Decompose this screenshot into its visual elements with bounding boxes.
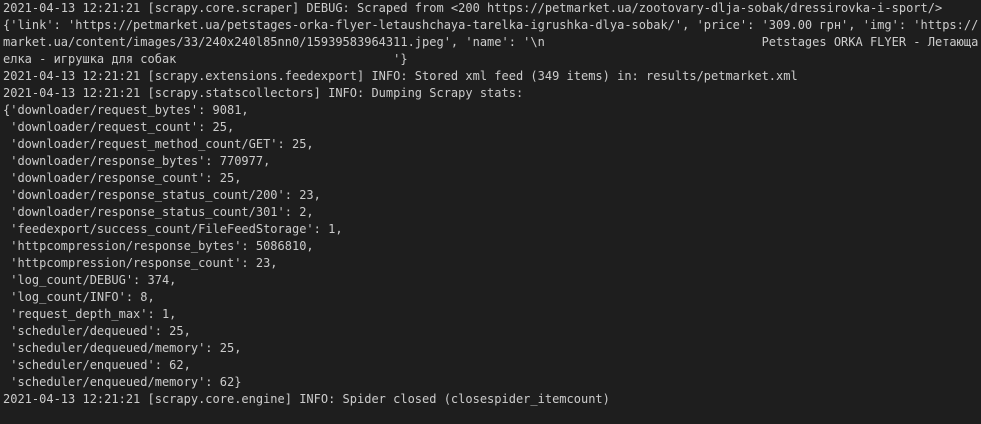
- log-line-item-img-name: market.ua/content/images/33/240x240l85nn…: [3, 35, 978, 49]
- log-line-scraped-from: 2021-04-13 12:21:21 [scrapy.core.scraper…: [3, 1, 943, 15]
- stat-line: 'log_count/DEBUG': 374,: [3, 273, 177, 287]
- stat-line: 'downloader/response_status_count/301': …: [3, 205, 314, 219]
- log-line-item-name-end: елка - игрушка для собак '}: [3, 52, 408, 66]
- terminal-output[interactable]: 2021-04-13 12:21:21 [scrapy.core.scraper…: [3, 0, 978, 408]
- log-line-dumping-stats: 2021-04-13 12:21:21 [scrapy.statscollect…: [3, 86, 524, 100]
- stat-line: 'downloader/request_count': 25,: [3, 120, 235, 134]
- log-line-feed-stored: 2021-04-13 12:21:21 [scrapy.extensions.f…: [3, 69, 798, 83]
- stat-line: 'scheduler/enqueued/memory': 62}: [3, 375, 242, 389]
- stat-line: 'scheduler/dequeued/memory': 25,: [3, 341, 242, 355]
- stat-line: 'downloader/response_count': 25,: [3, 171, 242, 185]
- stat-line: 'httpcompression/response_count': 23,: [3, 256, 278, 270]
- stat-line: 'log_count/INFO': 8,: [3, 290, 155, 304]
- stat-line: 'downloader/response_bytes': 770977,: [3, 154, 271, 168]
- terminal-panel[interactable]: 2021-04-13 12:21:21 [scrapy.core.scraper…: [0, 0, 981, 424]
- stat-line: {'downloader/request_bytes': 9081,: [3, 103, 249, 117]
- log-line-spider-closed: 2021-04-13 12:21:21 [scrapy.core.engine]…: [3, 392, 610, 406]
- stat-line: 'scheduler/dequeued': 25,: [3, 324, 191, 338]
- stat-line: 'downloader/response_status_count/200': …: [3, 188, 321, 202]
- log-line-item-link-price-img: {'link': 'https://petmarket.ua/petstages…: [3, 18, 978, 32]
- stat-line: 'feedexport/success_count/FileFeedStorag…: [3, 222, 343, 236]
- stat-line: 'scheduler/enqueued': 62,: [3, 358, 191, 372]
- stat-line: 'request_depth_max': 1,: [3, 307, 177, 321]
- stat-line: 'httpcompression/response_bytes': 508681…: [3, 239, 314, 253]
- stat-line: 'downloader/request_method_count/GET': 2…: [3, 137, 314, 151]
